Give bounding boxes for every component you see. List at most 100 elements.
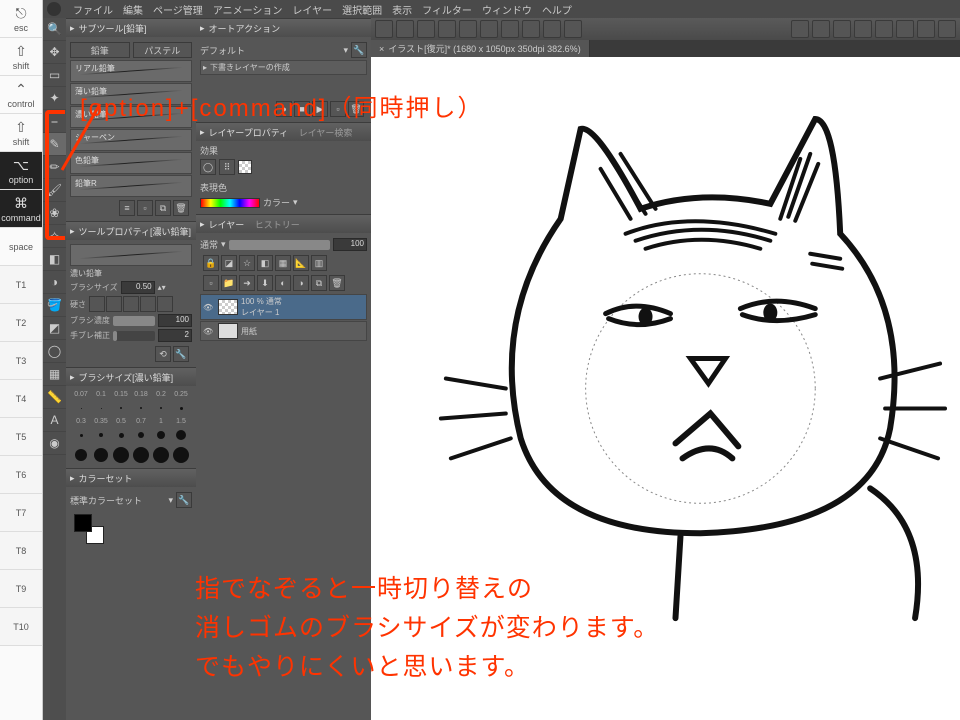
density-value[interactable]: 100 xyxy=(158,314,192,327)
autoaction-preset[interactable]: デフォルト xyxy=(200,44,245,57)
layer-trash-icon[interactable]: 🗑 xyxy=(329,275,345,291)
osk-key-t5[interactable]: T5 xyxy=(0,418,42,456)
density-slider[interactable] xyxy=(113,316,155,326)
autoaction-play-icon[interactable]: ▶ xyxy=(312,101,328,117)
tool-text-icon[interactable]: A xyxy=(43,409,66,432)
menu-レイヤー[interactable]: レイヤー xyxy=(292,6,332,17)
tool-pencil-icon[interactable]: ✏ xyxy=(43,156,66,179)
tool-frame-icon[interactable]: ▦ xyxy=(43,363,66,386)
layer-mask-icon[interactable]: ▦ xyxy=(275,255,291,271)
colorset-preset[interactable]: 標準カラーセット xyxy=(70,494,142,507)
tool-marquee-icon[interactable]: ▭ xyxy=(43,64,66,87)
layer-visibility-icon[interactable]: 👁 xyxy=(203,303,215,312)
osk-key-space[interactable]: space xyxy=(0,228,42,266)
layer-opacity-value[interactable]: 100 xyxy=(333,238,367,251)
brush-size-stepper-icon[interactable]: ▴▾ xyxy=(158,283,166,292)
tb-flip-icon[interactable] xyxy=(833,20,851,38)
layer-item[interactable]: 👁100 % 通常レイヤー 1 xyxy=(200,294,367,320)
brush-size-preset[interactable] xyxy=(72,447,90,463)
menu-ヘルプ[interactable]: ヘルプ xyxy=(542,6,572,17)
layer-blend-mode[interactable]: 通常 xyxy=(200,238,218,251)
tb-sel-icon[interactable] xyxy=(501,20,519,38)
layer-mergedown-icon[interactable]: ⬇ xyxy=(257,275,273,291)
autoaction-rec-icon[interactable]: ● xyxy=(276,101,292,117)
tb-new-icon[interactable] xyxy=(375,20,393,38)
osk-key-t8[interactable]: T8 xyxy=(0,532,42,570)
tool-balloon-icon[interactable]: ◉ xyxy=(43,432,66,455)
brush-size-value[interactable]: 0.50 xyxy=(121,281,155,294)
osk-key-esc[interactable]: ⎋esc xyxy=(0,0,42,38)
osk-key-command[interactable]: ⌘command xyxy=(0,190,42,228)
osk-key-t4[interactable]: T4 xyxy=(0,380,42,418)
osk-key-shift2[interactable]: ⇧shift xyxy=(0,114,42,152)
document-tab[interactable]: × イラスト[復元]* (1680 x 1050px 350dpi 382.6%… xyxy=(371,40,590,57)
osk-key-shift[interactable]: ⇧shift xyxy=(0,38,42,76)
tool-fill-icon[interactable]: 🪣 xyxy=(43,294,66,317)
layer-opacity-slider[interactable] xyxy=(229,240,330,250)
brush-size-preset[interactable] xyxy=(112,427,130,443)
hardness-1[interactable] xyxy=(89,296,105,312)
tb-help-icon[interactable] xyxy=(917,20,935,38)
layer-dup-icon[interactable]: ⧉ xyxy=(311,275,327,291)
layer-newfolder-icon[interactable]: 📁 xyxy=(221,275,237,291)
tb-asset-icon[interactable] xyxy=(896,20,914,38)
brush-preset-3[interactable]: シャーペン xyxy=(70,129,192,151)
brush-size-preset[interactable] xyxy=(152,427,170,443)
autoaction-new-icon[interactable]: ▫ xyxy=(330,101,346,117)
brush-size-preset[interactable] xyxy=(92,400,110,416)
subtool-copy-icon[interactable]: ⧉ xyxy=(155,200,171,216)
brush-size-preset[interactable] xyxy=(92,427,110,443)
tb-cloud-icon[interactable] xyxy=(938,20,956,38)
tb-undo-icon[interactable] xyxy=(438,20,456,38)
tool-pen-icon[interactable]: ✎ xyxy=(43,133,66,156)
brush-size-preset[interactable] xyxy=(152,400,170,416)
menu-選択範囲[interactable]: 選択範囲 xyxy=(342,6,382,17)
subtool-trash-icon[interactable]: 🗑 xyxy=(173,200,189,216)
brush-size-preset[interactable] xyxy=(72,400,90,416)
layer-visibility-icon[interactable]: 👁 xyxy=(203,327,215,336)
osk-key-t2[interactable]: T2 xyxy=(0,304,42,342)
subtool-menu-icon[interactable]: ≡ xyxy=(119,200,135,216)
color-mode-label[interactable]: カラー xyxy=(263,196,290,209)
autoaction-trash-icon[interactable]: 🗑 xyxy=(348,101,364,117)
hardness-3[interactable] xyxy=(123,296,139,312)
layer-ruler-icon[interactable]: 📐 xyxy=(293,255,309,271)
tb-scale-icon[interactable] xyxy=(543,20,561,38)
layer-applymask-icon[interactable]: ◑ xyxy=(293,275,309,291)
brush-size-preset[interactable] xyxy=(112,400,130,416)
brush-preset-0[interactable]: リアル鉛筆 xyxy=(70,60,192,82)
tab-close-icon[interactable]: × xyxy=(379,44,384,54)
subtool-tab-pencil[interactable]: 鉛筆 xyxy=(70,42,130,58)
subtool-new-icon[interactable]: ▫ xyxy=(137,200,153,216)
brush-size-preset[interactable] xyxy=(72,427,90,443)
tool-eraser-icon[interactable]: ◧ xyxy=(43,248,66,271)
canvas[interactable] xyxy=(371,57,960,720)
stabilize-value[interactable]: 2 xyxy=(158,329,192,342)
brush-size-preset[interactable] xyxy=(172,447,190,463)
tool-brush-icon[interactable]: 🖌 xyxy=(43,179,66,202)
layer-item[interactable]: 👁用紙 xyxy=(200,321,367,341)
tool-ruler-icon[interactable]: 📏 xyxy=(43,386,66,409)
layer-color-icon[interactable]: ▥ xyxy=(311,255,327,271)
tool-airbrush-icon[interactable]: ❀ xyxy=(43,202,66,225)
effect-tone-icon[interactable]: ⠿ xyxy=(219,159,235,175)
tb-open-icon[interactable] xyxy=(396,20,414,38)
layer-transfer-icon[interactable]: ➜ xyxy=(239,275,255,291)
layer-lock-icon[interactable]: 🔒 xyxy=(203,255,219,271)
subtool-tab-pastel[interactable]: パステル xyxy=(133,42,193,58)
fg-bg-swatch[interactable] xyxy=(74,514,104,544)
tool-magnifier-icon[interactable]: 🔍 xyxy=(43,18,66,41)
layer-ref-icon[interactable]: ☆ xyxy=(239,255,255,271)
osk-key-t7[interactable]: T7 xyxy=(0,494,42,532)
osk-key-option[interactable]: ⌥option xyxy=(0,152,42,190)
layer-clip-icon[interactable]: ◪ xyxy=(221,255,237,271)
tool-gradient-icon[interactable]: ◩ xyxy=(43,317,66,340)
osk-key-t1[interactable]: T1 xyxy=(0,266,42,304)
tb-redo-icon[interactable] xyxy=(459,20,477,38)
brush-size-preset[interactable] xyxy=(172,427,190,443)
menu-表示[interactable]: 表示 xyxy=(392,6,412,17)
brush-size-preset[interactable] xyxy=(92,447,110,463)
tb-erase-icon[interactable] xyxy=(480,20,498,38)
menu-ファイル[interactable]: ファイル xyxy=(73,6,113,17)
osk-key-t3[interactable]: T3 xyxy=(0,342,42,380)
